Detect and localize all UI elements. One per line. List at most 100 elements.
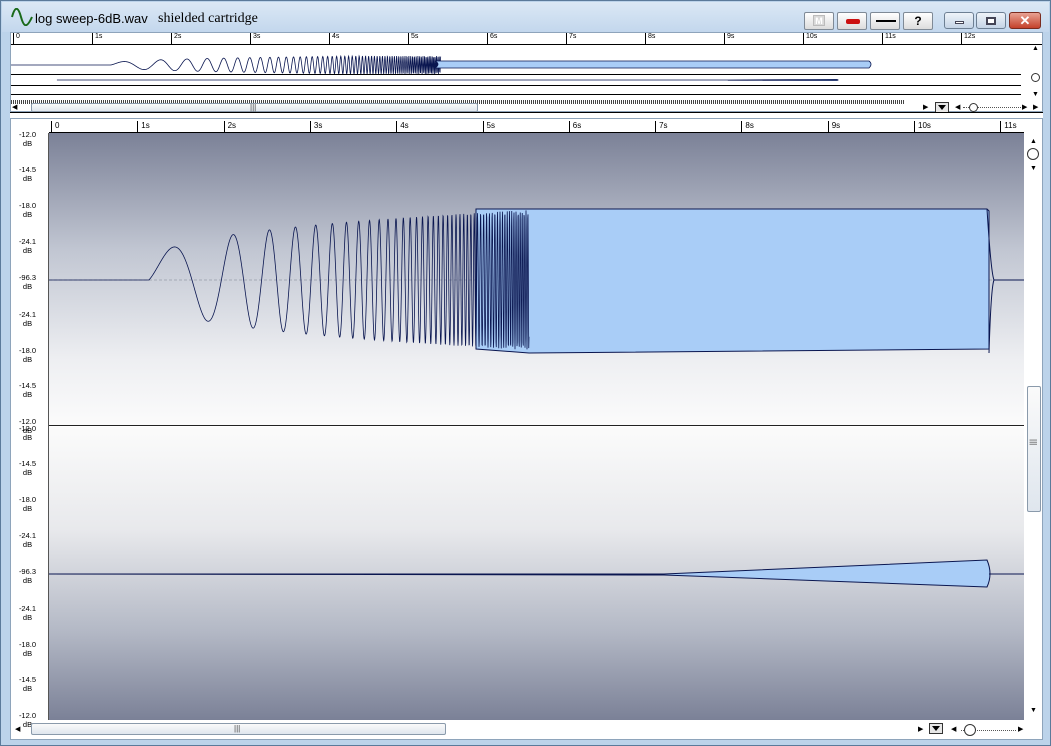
overview-zoom-right[interactable]: ▶ (1022, 104, 1027, 112)
overview-scroll-left[interactable]: ◀ (12, 104, 17, 112)
overview-scrollbar[interactable]: ◀ ||| ▶ ◀ ▶ ▶ (11, 100, 1042, 113)
waveform-tracks[interactable] (49, 133, 1024, 720)
overview-vzoom-knob[interactable] (1031, 73, 1040, 82)
vscroll-down-arrow[interactable]: ▼ (1030, 165, 1037, 173)
main-ruler-tick: 9s (827, 121, 840, 133)
db-unit-label: dB (22, 246, 33, 255)
record-button[interactable] (837, 12, 867, 30)
sine-wave-icon (11, 8, 33, 26)
overview-panel[interactable]: 0 1s 2s 3s 4s 5s 6s 7s 8s 9s 10s 11s 12s ▲ ▼ ◀ ||| ▶… (10, 32, 1043, 113)
main-ruler-tick: 6s (568, 121, 581, 133)
right-channel-waveform[interactable] (49, 427, 1024, 720)
restore-icon (986, 17, 996, 25)
db-value-label: -24.1 (18, 604, 37, 613)
db-value-label: -18.0 (18, 346, 37, 355)
db-value-label: -24.1 (18, 237, 37, 246)
main-scroll-right[interactable]: ▶ (918, 726, 923, 734)
db-value-label: -18.0 (18, 201, 37, 210)
minimize-icon (955, 21, 964, 24)
db-unit-label: dB (22, 684, 33, 693)
main-ruler-tick: 7s (655, 121, 668, 133)
db-unit-label: dB (22, 210, 33, 219)
right-channel[interactable] (49, 427, 1024, 720)
overview-divider (11, 85, 1021, 95)
db-unit-label: dB (22, 576, 33, 585)
help-button[interactable]: ? (903, 12, 933, 30)
main-zoom-left[interactable]: ◀ (951, 726, 956, 734)
left-channel-waveform[interactable] (49, 133, 1024, 426)
db-value-label: -24.1 (18, 531, 37, 540)
db-value-label: -12.0 (18, 711, 37, 720)
line-button[interactable] (870, 12, 900, 30)
main-dropdown-icon[interactable] (929, 723, 943, 734)
overview-ruler-tick: 8s (645, 33, 655, 44)
main-ruler-tick: 0 (51, 121, 59, 133)
vertical-zoom-knob[interactable] (1027, 148, 1039, 160)
overview-waveform-left[interactable] (11, 54, 1021, 74)
overview-side-controls[interactable]: ▲ ▼ (1029, 45, 1042, 100)
vscroll-bottom-arrow[interactable]: ▼ (1030, 707, 1037, 715)
overview-time-ruler[interactable]: 0 1s 2s 3s 4s 5s 6s 7s 8s 9s 10s 11s 12s (11, 33, 1042, 45)
vscroll-up-arrow[interactable]: ▲ (1030, 138, 1037, 146)
main-zoom-knob[interactable] (964, 724, 976, 736)
db-value-label: -12.0 (18, 424, 37, 433)
db-unit-label: dB (22, 390, 33, 399)
main-waveform-panel[interactable]: 0 1s 2s 3s 4s 5s 6s 7s 8s 9s 10s 11s -12.0 dB -14.5 dB… (10, 118, 1043, 740)
db-unit-label: dB (22, 504, 33, 513)
db-value-label: -14.5 (18, 459, 37, 468)
overview-up-arrow[interactable]: ▲ (1032, 45, 1039, 53)
vertical-scroll-thumb[interactable]: ||| (1027, 386, 1041, 512)
overview-ruler-tick: 0 (13, 33, 20, 44)
main-scroll-thumb[interactable]: ||| (31, 723, 446, 735)
mono-button-label: M (813, 15, 825, 26)
main-ruler-tick: 4s (396, 121, 409, 133)
overview-ruler-tick: 1s (92, 33, 102, 44)
db-unit-label: dB (22, 319, 33, 328)
overview-down-arrow[interactable]: ▼ (1032, 91, 1039, 99)
mono-button[interactable]: M (804, 12, 834, 30)
main-time-ruler[interactable]: 0 1s 2s 3s 4s 5s 6s 7s 8s 9s 10s 11s (49, 119, 1024, 133)
overview-ruler-tick: 2s (171, 33, 181, 44)
overview-ruler-tick: 4s (329, 33, 339, 44)
overview-zoom-right-end[interactable]: ▶ (1033, 104, 1038, 112)
overview-ruler-tick: 9s (724, 33, 734, 44)
main-scroll-left[interactable]: ◀ (15, 726, 20, 734)
db-unit-label: dB (22, 282, 33, 291)
db-scale: -12.0 dB -14.5 dB -18.0 dB -24.1 dB -96.3 dB -24.1… (11, 130, 49, 729)
restore-button[interactable] (976, 12, 1006, 29)
db-unit-label: dB (22, 540, 33, 549)
main-scroll-grip: ||| (234, 724, 241, 733)
db-unit-label: dB (22, 649, 33, 658)
overview-ruler-tick: 10s (803, 33, 817, 44)
main-ruler-tick: 3s (309, 121, 322, 133)
minimize-button[interactable] (944, 12, 974, 29)
left-channel[interactable] (49, 133, 1024, 426)
line-icon (876, 20, 896, 22)
overview-waveform-right[interactable] (11, 74, 1021, 85)
overview-scroll-thumb[interactable]: ||| (31, 103, 478, 112)
overview-ruler-tick: 6s (487, 33, 497, 44)
overview-zoom-knob[interactable] (969, 103, 978, 112)
window-caption: shielded cartridge (158, 11, 258, 26)
main-ruler-tick: 1s (137, 121, 150, 133)
main-ruler-tick: 11s (1000, 121, 1017, 133)
file-name: log sweep-6dB.wav (35, 11, 148, 26)
db-value-label: -18.0 (18, 640, 37, 649)
main-ruler-tick: 2s (223, 121, 236, 133)
db-value-label: -96.3 (18, 273, 37, 282)
db-unit-label: dB (22, 433, 33, 442)
vertical-scrollbar[interactable]: ▲ ▼ ||| ▼ (1025, 119, 1043, 720)
main-zoom-right[interactable]: ▶ (1018, 726, 1023, 734)
db-unit-label: dB (22, 468, 33, 477)
overview-ruler-tick: 3s (250, 33, 260, 44)
red-bar-icon (846, 19, 860, 24)
overview-ruler-tick: 11s (882, 33, 896, 44)
overview-scroll-right[interactable]: ▶ (923, 104, 928, 112)
main-ruler-tick: 10s (914, 121, 931, 133)
close-button[interactable]: ✕ (1009, 12, 1041, 29)
main-horizontal-scrollbar[interactable]: ◀ ||| ▶ ◀ ▶ (11, 720, 1042, 739)
overview-ruler-tick: 7s (566, 33, 576, 44)
overview-zoom-left[interactable]: ◀ (955, 104, 960, 112)
main-ruler-tick: 5s (482, 121, 495, 133)
main-ruler-tick: 8s (741, 121, 754, 133)
